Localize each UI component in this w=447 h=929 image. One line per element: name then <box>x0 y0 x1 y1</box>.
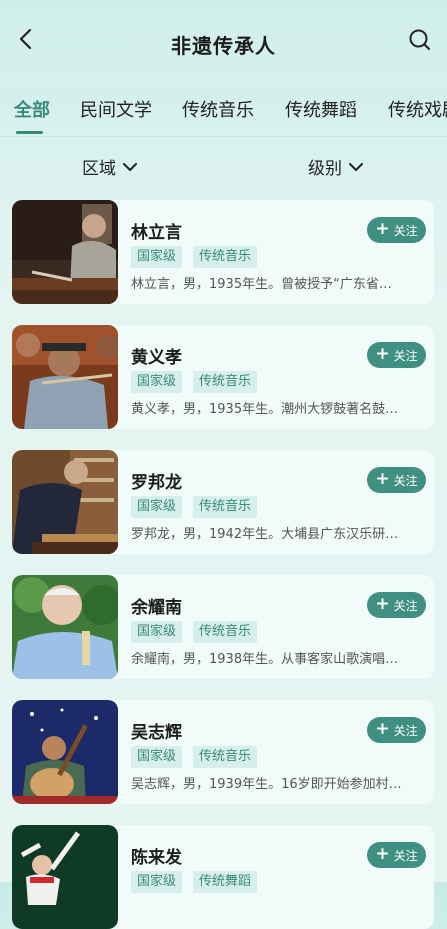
active-tab-indicator <box>16 131 43 134</box>
plus-icon: + <box>375 843 390 864</box>
category-tabs: 全部 民间文学 传统音乐 传统舞蹈 传统戏剧 <box>0 84 447 136</box>
inheritor-name: 陈来发 <box>131 848 182 868</box>
category-tag: 传统舞蹈 <box>193 871 258 893</box>
inheritor-description: 罗邦龙，男，1942年生。大埔县广东汉乐研… <box>131 527 399 542</box>
inheritor-photo <box>12 325 118 429</box>
follow-button[interactable]: + 关注 <box>367 342 426 368</box>
inheritor-photo <box>12 450 118 554</box>
inheritor-photo <box>12 700 118 804</box>
level-tag: 国家级 <box>131 246 183 268</box>
inheritor-name: 罗邦龙 <box>131 473 182 493</box>
follow-button[interactable]: + 关注 <box>367 717 426 743</box>
level-tag: 国家级 <box>131 871 183 893</box>
level-filter[interactable]: 级别 <box>308 154 364 179</box>
search-icon[interactable] <box>407 27 433 53</box>
follow-label: 关注 <box>393 348 418 363</box>
follow-button[interactable]: + 关注 <box>367 592 426 618</box>
tab-traditional-dance[interactable]: 传统舞蹈 <box>285 96 357 122</box>
level-filter-label: 级别 <box>308 159 342 179</box>
inheritor-name: 吴志辉 <box>131 723 182 743</box>
inheritor-name: 余耀南 <box>131 598 182 618</box>
plus-icon: + <box>375 218 390 239</box>
region-filter[interactable]: 区域 <box>82 154 138 179</box>
chevron-down-icon <box>349 162 363 171</box>
category-tag: 传统音乐 <box>193 496 258 518</box>
inheritor-photo <box>12 825 118 929</box>
category-tag: 传统音乐 <box>193 621 258 643</box>
category-tag: 传统音乐 <box>193 371 258 393</box>
level-tag: 国家级 <box>131 371 183 393</box>
inheritor-name: 黄义孝 <box>131 348 182 368</box>
inheritor-photo <box>12 200 118 304</box>
tab-folk-literature[interactable]: 民间文学 <box>80 96 152 122</box>
app-header: 非遗传承人 <box>0 0 447 84</box>
list-item[interactable]: 林立言 国家级 传统音乐 林立言，男，1935年生。曾被授予“广东省… + 关注 <box>12 200 434 304</box>
category-tag: 传统音乐 <box>193 246 258 268</box>
plus-icon: + <box>375 593 390 614</box>
follow-button[interactable]: + 关注 <box>367 217 426 243</box>
tab-all[interactable]: 全部 <box>14 96 50 122</box>
inheritor-photo <box>12 575 118 679</box>
region-filter-label: 区域 <box>82 159 116 179</box>
plus-icon: + <box>375 343 390 364</box>
category-tag: 传统音乐 <box>193 746 258 768</box>
list-item[interactable]: 吴志辉 国家级 传统音乐 吴志辉，男，1939年生。16岁即开始参加村… + 关… <box>12 700 434 804</box>
level-tag: 国家级 <box>131 621 183 643</box>
inheritor-description: 余耀南，男，1938年生。从事客家山歌演唱… <box>131 652 399 667</box>
inheritor-description: 黄义孝，男，1935年生。潮州大锣鼓著名鼓… <box>131 402 399 417</box>
tab-traditional-music[interactable]: 传统音乐 <box>182 96 254 122</box>
plus-icon: + <box>375 718 390 739</box>
follow-button[interactable]: + 关注 <box>367 842 426 868</box>
inheritor-description: 吴志辉，男，1939年生。16岁即开始参加村… <box>131 777 402 792</box>
follow-label: 关注 <box>393 473 418 488</box>
follow-label: 关注 <box>393 223 418 238</box>
follow-label: 关注 <box>393 723 418 738</box>
page-title: 非遗传承人 <box>171 34 276 58</box>
list-item[interactable]: 罗邦龙 国家级 传统音乐 罗邦龙，男，1942年生。大埔县广东汉乐研… + 关注 <box>12 450 434 554</box>
tabs-divider <box>0 136 447 137</box>
tab-traditional-drama[interactable]: 传统戏剧 <box>388 96 447 122</box>
follow-button[interactable]: + 关注 <box>367 467 426 493</box>
chevron-down-icon <box>123 162 137 171</box>
plus-icon: + <box>375 468 390 489</box>
inheritor-name: 林立言 <box>131 223 182 243</box>
follow-label: 关注 <box>393 598 418 613</box>
inheritor-description: 林立言，男，1935年生。曾被授予“广东省… <box>131 277 392 292</box>
level-tag: 国家级 <box>131 746 183 768</box>
list-item[interactable]: 余耀南 国家级 传统音乐 余耀南，男，1938年生。从事客家山歌演唱… + 关注 <box>12 575 434 679</box>
level-tag: 国家级 <box>131 496 183 518</box>
follow-label: 关注 <box>393 848 418 863</box>
list-item[interactable]: 陈来发 国家级 传统舞蹈 + 关注 <box>12 825 434 929</box>
list-item[interactable]: 黄义孝 国家级 传统音乐 黄义孝，男，1935年生。潮州大锣鼓著名鼓… + 关注 <box>12 325 434 429</box>
